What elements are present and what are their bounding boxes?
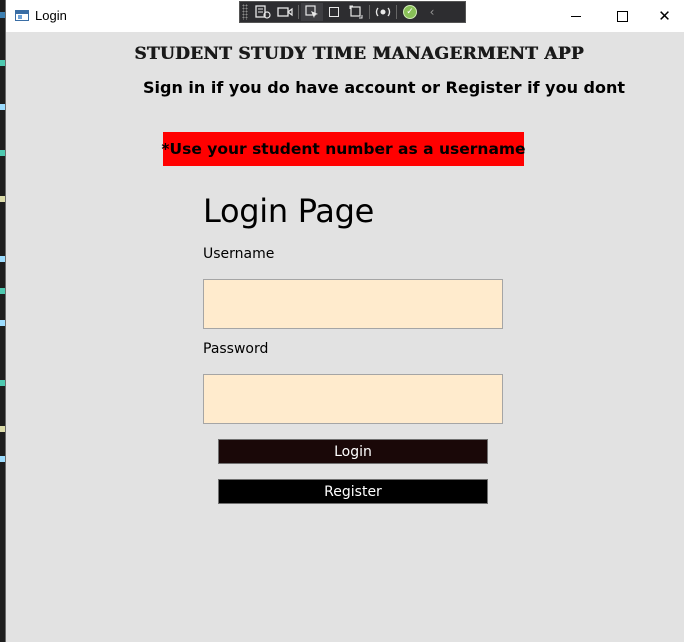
- username-input[interactable]: [203, 279, 503, 329]
- select-element-icon[interactable]: [301, 3, 323, 21]
- xaml-debug-toolbar: ✓ ‹: [239, 1, 466, 23]
- page-title: Login Page: [203, 192, 374, 230]
- collapse-chevron-icon[interactable]: ‹: [421, 3, 443, 21]
- maximize-button[interactable]: [599, 0, 645, 32]
- login-window: Login ✕ ✓ ‹ STUDENT STUDY TIME MANAGERME…: [5, 0, 684, 642]
- password-input[interactable]: [203, 374, 503, 424]
- app-title: STUDENT STUDY TIME MANAGERMENT APP: [134, 44, 584, 64]
- maximize-icon: [616, 10, 628, 22]
- live-visual-tree-icon[interactable]: [252, 3, 274, 21]
- window-app-icon: [15, 10, 29, 21]
- close-button[interactable]: ✕: [645, 0, 684, 32]
- login-button[interactable]: Login: [218, 439, 488, 464]
- window-title: Login: [35, 8, 67, 23]
- register-button[interactable]: Register: [218, 479, 488, 504]
- toolbar-separator: [396, 5, 397, 19]
- track-focus-icon[interactable]: [345, 3, 367, 21]
- close-icon: ✕: [658, 6, 671, 25]
- toolbar-separator: [298, 5, 299, 19]
- toolbar-separator: [369, 5, 370, 19]
- binding-check-icon[interactable]: ✓: [399, 3, 421, 21]
- minimize-button[interactable]: [553, 0, 599, 32]
- username-notice-text: *Use your student number as a username: [161, 140, 526, 158]
- sign-in-instructions: Sign in if you do have account or Regist…: [143, 78, 626, 97]
- display-layout-adorners-icon[interactable]: [323, 3, 345, 21]
- username-label: Username: [203, 246, 275, 262]
- hot-reload-icon[interactable]: [372, 3, 394, 21]
- username-notice-banner: *Use your student number as a username: [161, 132, 526, 166]
- video-icon[interactable]: [274, 3, 296, 21]
- password-label: Password: [203, 341, 269, 357]
- minimize-icon: [571, 15, 581, 17]
- toolbar-grip-handle[interactable]: [242, 4, 248, 20]
